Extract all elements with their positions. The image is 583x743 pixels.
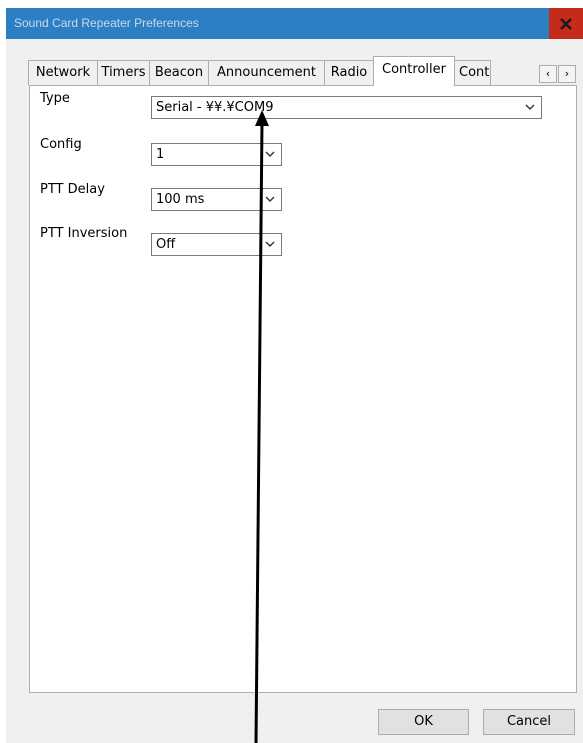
- config-dropdown[interactable]: 1: [151, 143, 282, 166]
- chevron-down-icon: [525, 104, 535, 110]
- chevron-down-icon: [265, 151, 275, 157]
- chevron-down-icon: [265, 196, 275, 202]
- config-value: 1: [156, 147, 165, 162]
- tab-announcement[interactable]: Announcement: [208, 60, 325, 85]
- ptt-delay-value: 100 ms: [156, 192, 205, 207]
- config-label: Config: [40, 137, 82, 152]
- chevron-right-icon: ›: [564, 67, 570, 80]
- preferences-window: Sound Card Repeater Preferences Network …: [6, 8, 583, 743]
- tab-network[interactable]: Network: [28, 60, 98, 85]
- tab-scroll-right-button[interactable]: ›: [558, 65, 576, 83]
- cancel-button[interactable]: Cancel: [483, 709, 575, 735]
- ptt-inversion-label: PTT Inversion: [40, 226, 128, 241]
- ptt-delay-label: PTT Delay: [40, 182, 105, 197]
- tab-cont[interactable]: Cont: [454, 60, 491, 85]
- chevron-down-icon: [265, 241, 275, 247]
- title-bar: Sound Card Repeater Preferences: [6, 8, 583, 39]
- chevron-left-icon: ‹: [545, 67, 551, 80]
- close-icon: [560, 18, 572, 30]
- tab-scroll-left-button[interactable]: ‹: [539, 65, 557, 83]
- tab-controller[interactable]: Controller: [373, 56, 455, 86]
- window-title: Sound Card Repeater Preferences: [14, 16, 199, 30]
- ptt-inversion-value: Off: [156, 237, 176, 252]
- controller-panel: Type Serial - ¥¥.¥COM9 Config 1 PTT Dela…: [29, 85, 577, 693]
- close-button[interactable]: [549, 8, 583, 39]
- ok-button[interactable]: OK: [378, 709, 469, 735]
- tab-beacon[interactable]: Beacon: [149, 60, 209, 85]
- tab-radio[interactable]: Radio: [324, 60, 374, 85]
- type-label: Type: [40, 91, 70, 106]
- tab-timers[interactable]: Timers: [97, 60, 150, 85]
- type-value: Serial - ¥¥.¥COM9: [156, 100, 274, 115]
- type-dropdown[interactable]: Serial - ¥¥.¥COM9: [151, 96, 542, 119]
- ptt-delay-dropdown[interactable]: 100 ms: [151, 188, 282, 211]
- ptt-inversion-dropdown[interactable]: Off: [151, 233, 282, 256]
